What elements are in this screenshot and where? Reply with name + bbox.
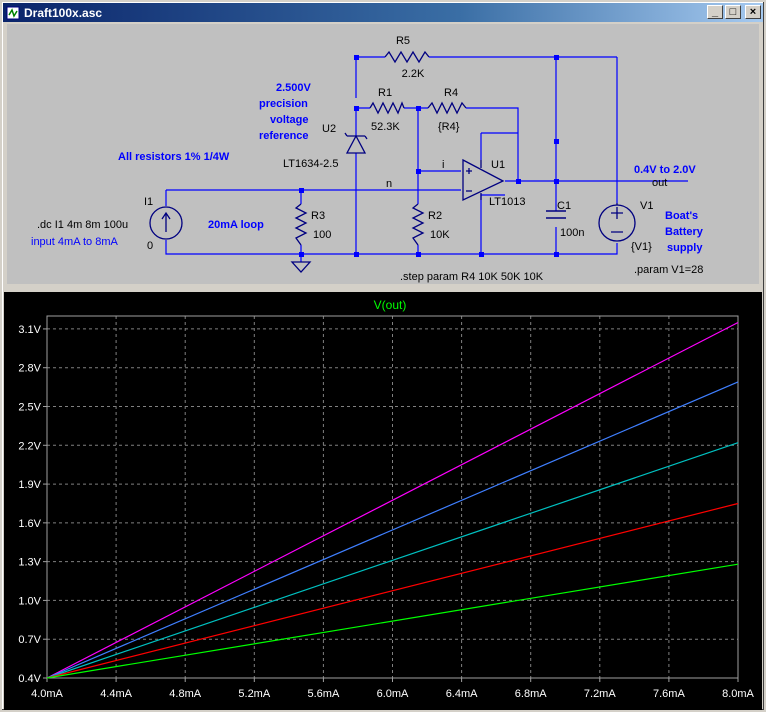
window-title: Draft100x.asc [24,5,103,20]
c1-value: 100n [560,227,584,239]
y-tick-label: 2.2V [18,440,41,452]
x-tick-label: 6.0mA [377,688,409,700]
battery-note-line-3: supply [667,242,703,254]
r5-value: 2.2K [402,68,425,80]
reference-note-line-1: 2.500V [276,82,312,94]
r4-ref: R4 [444,87,458,99]
close-button[interactable]: × [745,5,761,19]
minimize-button[interactable]: _ [707,5,723,19]
x-tick-label: 7.2mA [584,688,616,700]
x-tick-label: 5.2mA [238,688,270,700]
reference-note-line-4: reference [259,130,309,142]
y-tick-label: 2.8V [18,363,41,375]
x-tick-label: 6.4mA [446,688,478,700]
schematic-file-icon [6,6,20,19]
y-tick-label: 1.9V [18,479,41,491]
r1-ref: R1 [378,87,392,99]
reference-note-line-2: precision [259,98,308,110]
param-command: .param V1=28 [634,264,703,276]
u1-ref: U1 [491,159,505,171]
dc-command: .dc I1 4m 8m 100u [37,219,128,231]
y-tick-label: 1.0V [18,595,41,607]
y-tick-label: 1.3V [18,557,41,569]
x-tick-label: 7.6mA [653,688,685,700]
input-range-note: input 4mA to 8mA [31,236,118,248]
output-range-note: 0.4V to 2.0V [634,164,696,176]
net-label-out: out [652,177,667,189]
x-tick-label: 4.0mA [31,688,63,700]
i1-ref: I1 [144,196,153,208]
u2-value: LT1634-2.5 [283,158,338,170]
r2-ref: R2 [428,210,442,222]
r4-value: {R4} [438,121,460,133]
c1-ref: C1 [557,200,571,212]
title-bar[interactable]: Draft100x.asc _ □ × [3,3,763,22]
net-label-i: i [442,159,444,171]
x-tick-label: 6.8mA [515,688,547,700]
y-tick-label: 2.5V [18,402,41,414]
step-command: .step param R4 10K 50K 10K [400,271,544,283]
y-tick-label: 0.7V [18,634,41,646]
waveform-viewer[interactable]: V(out) 4.0mA 4.4mA 4.8mA 5.2mA 5.6mA 6.0mA 6.4… [4,292,762,710]
r5-ref: R5 [396,35,410,47]
u2-ref: U2 [322,123,336,135]
x-tick-label: 8.0mA [722,688,754,700]
r3-value: 100 [313,229,331,241]
r2-value: 10K [430,229,450,241]
maximize-button[interactable]: □ [725,5,741,19]
x-tick-label: 4.4mA [100,688,132,700]
y-tick-label: 1.6V [18,518,41,530]
reference-note-line-3: voltage [270,114,309,126]
v1-value: {V1} [631,241,652,253]
u1-value: LT1013 [489,196,526,208]
resistor-tolerance-note: All resistors 1% 1/4W [118,151,230,163]
loop-note: 20mA loop [208,219,264,231]
i1-value: 0 [147,240,153,252]
x-tick-label: 4.8mA [169,688,201,700]
v1-ref: V1 [640,200,653,212]
battery-note-line-1: Boat's [665,210,698,222]
schematic-canvas[interactable]: R5 2.2K R1 52.3K R4 {R4} U2 LT1634-2.5 U… [7,24,759,284]
r1-value: 52.3K [371,121,400,133]
y-tick-label: 3.1V [18,324,41,336]
battery-note-line-2: Battery [665,226,704,238]
x-tick-label: 5.6mA [308,688,340,700]
plot-title[interactable]: V(out) [374,298,407,312]
r3-ref: R3 [311,210,325,222]
y-tick-label: 0.4V [18,673,41,685]
net-label-n: n [386,178,392,190]
